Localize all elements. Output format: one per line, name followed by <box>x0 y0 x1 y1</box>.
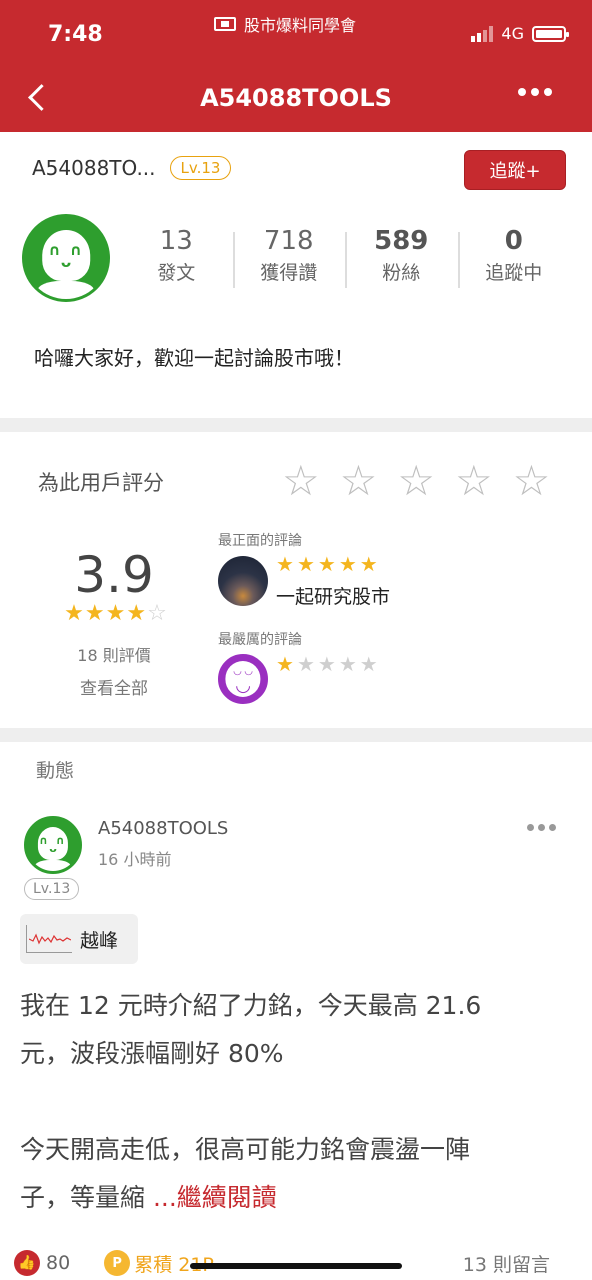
status-time: 7:48 <box>48 22 103 47</box>
stat-value: 589 <box>374 226 429 256</box>
star-icon: ★ <box>317 652 339 676</box>
profile-name-row: A54088TO... Lv.13 <box>32 156 232 180</box>
star-icon: ★ <box>296 552 318 576</box>
thumbs-up-icon[interactable]: 👍 <box>14 1250 40 1276</box>
stat-posts[interactable]: 13 發文 <box>120 226 233 285</box>
worst-review-label: 最嚴厲的評論 <box>218 632 302 648</box>
sparkline-icon <box>26 925 72 953</box>
stat-value: 0 <box>504 226 523 256</box>
stat-label: 發文 <box>157 262 196 284</box>
best-review-stars: ★★★★★ <box>276 552 381 576</box>
stat-label: 追蹤中 <box>485 262 543 284</box>
star-icon: ★ <box>64 601 85 626</box>
read-more-link[interactable]: ...繼續閱讀 <box>145 1183 277 1212</box>
star-icon[interactable]: ☆ <box>340 460 378 502</box>
see-all-reviews-link[interactable]: 查看全部 <box>52 674 176 699</box>
star-icon: ★ <box>296 652 318 676</box>
post-line: 我在 12 元時介紹了力銘，今天最高 21.6 <box>20 991 482 1020</box>
top-header: 7:48 股市爆料同學會 4G A54088TOOLS <box>0 0 592 132</box>
more-options-icon[interactable] <box>518 88 552 96</box>
stock-tag-label: 越峰 <box>80 929 119 952</box>
post-line-text: 子，等量縮 <box>20 1183 146 1212</box>
follow-button[interactable]: 追蹤+ <box>464 150 566 190</box>
stock-tag[interactable]: 越峰 <box>20 914 138 964</box>
post-line: 元，波段漲幅剛好 80% <box>20 1039 284 1068</box>
reviewer-avatar[interactable] <box>218 556 268 606</box>
star-icon: ★ <box>359 652 381 676</box>
like-count: 80 <box>46 1252 71 1274</box>
star-icon: ★ <box>276 552 297 576</box>
status-app-label: 股市爆料同學會 <box>244 16 357 35</box>
comments-link[interactable]: 13 則留言 <box>463 1250 550 1277</box>
level-badge: Lv.13 <box>169 156 232 180</box>
stat-following[interactable]: 0 追蹤中 <box>457 226 571 288</box>
stat-likes[interactable]: 718 獲得讚 <box>232 226 346 288</box>
star-icon[interactable]: ☆ <box>397 460 435 502</box>
profile-stats: 13 發文 718 獲得讚 589 粉絲 0 追蹤中 <box>120 226 571 288</box>
stat-value: 13 <box>159 226 193 256</box>
post-level-badge: Lv.13 <box>24 878 80 900</box>
section-divider <box>0 418 592 432</box>
average-score: 3.9 <box>74 546 154 604</box>
star-icon[interactable]: ☆ <box>513 460 551 502</box>
post-line: 今天開高走低，很高可能力銘會震盪一陣 <box>20 1135 471 1164</box>
post-author-avatar[interactable] <box>24 816 82 874</box>
profile-bio: 哈囉大家好，歡迎一起討論股市哦！ <box>34 346 354 370</box>
home-indicator <box>190 1263 402 1269</box>
post-line: 子，等量縮 ...繼續閱讀 <box>20 1174 570 1222</box>
status-app-name: 股市爆料同學會 <box>214 12 356 36</box>
stat-label: 粉絲 <box>382 262 421 284</box>
stat-followers[interactable]: 589 粉絲 <box>345 226 458 288</box>
points-icon: P <box>104 1250 131 1276</box>
post-timestamp: 16 小時前 <box>98 850 172 869</box>
star-icon: ★ <box>105 601 127 626</box>
battery-icon <box>532 25 569 42</box>
star-icon: ★ <box>276 652 297 676</box>
star-icon[interactable]: ☆ <box>455 460 493 502</box>
network-type: 4G <box>501 24 524 43</box>
rate-user-stars: ☆ ☆ ☆ ☆ ☆ <box>282 460 550 502</box>
review-count: 18 則評價 <box>77 646 151 665</box>
post-more-icon[interactable] <box>527 824 556 831</box>
avatar[interactable] <box>22 214 110 302</box>
star-outline-icon: ☆ <box>147 601 168 626</box>
reviewer-avatar[interactable] <box>218 654 268 704</box>
star-icon: ★ <box>359 552 381 576</box>
page-title: A54088TOOLS <box>200 84 392 112</box>
best-reviewer-name[interactable]: 一起研究股市 <box>276 582 390 609</box>
star-icon: ★ <box>126 601 148 626</box>
post-blank-line <box>20 1078 570 1126</box>
average-score-stars: ★ ★ ★ ★ ☆ <box>52 601 180 626</box>
star-icon: ★ <box>338 652 360 676</box>
best-review-label: 最正面的評論 <box>218 533 302 549</box>
profile-username: A54088TO... <box>32 156 156 180</box>
worst-review-stars: ★★★★★ <box>276 652 381 676</box>
post-author-name[interactable]: A54088TOOLS <box>98 818 228 839</box>
star-icon: ★ <box>338 552 360 576</box>
app-icon <box>214 17 236 31</box>
status-indicators: 4G <box>471 24 569 43</box>
star-icon[interactable]: ☆ <box>282 460 320 502</box>
feed-section-title: 動態 <box>36 760 75 782</box>
post-content[interactable]: 我在 12 元時介紹了力銘，今天最高 21.6 元，波段漲幅剛好 80% 今天開… <box>20 982 570 1222</box>
signal-icon <box>471 25 494 42</box>
rate-user-title: 為此用戶評分 <box>38 471 164 495</box>
stat-label: 獲得讚 <box>260 262 318 284</box>
star-icon: ★ <box>317 552 339 576</box>
section-divider <box>0 728 592 742</box>
stat-value: 718 <box>263 226 314 256</box>
star-icon: ★ <box>84 601 106 626</box>
